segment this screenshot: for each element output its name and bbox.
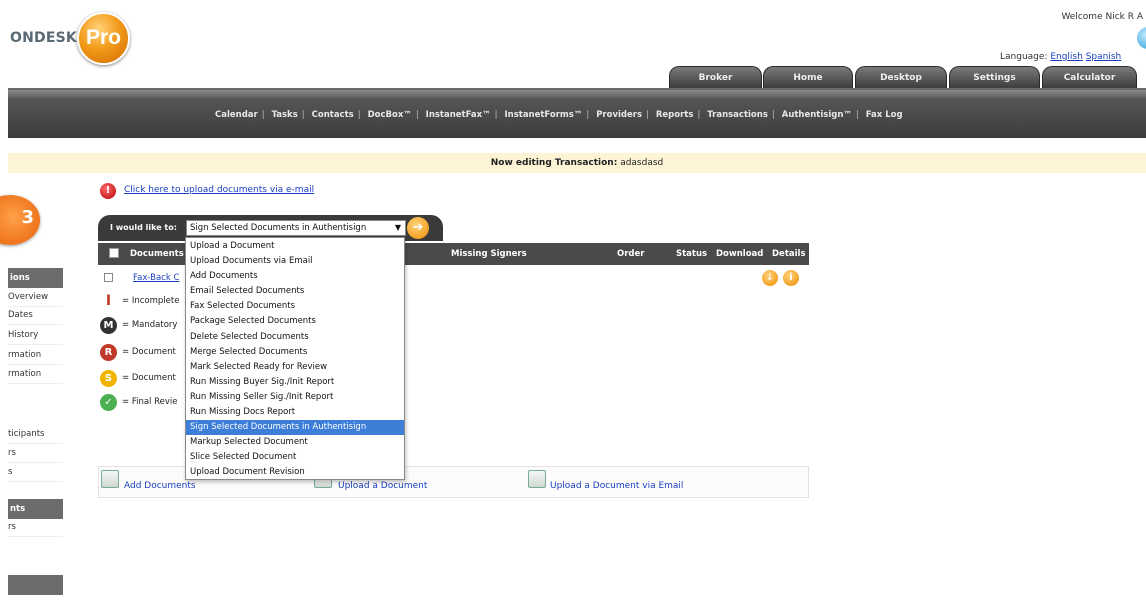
sidebar-header-documents: nts (8, 499, 63, 519)
sidebar-item-rs-2[interactable]: rs (8, 519, 63, 537)
dropdown-option[interactable]: Run Missing Docs Report (186, 405, 404, 420)
dropdown-option[interactable]: Upload a Document (186, 239, 404, 254)
action-select[interactable]: Sign Selected Documents in Authentisign … (186, 220, 406, 236)
sidebar-item-history[interactable]: History (8, 327, 63, 345)
sidebar-item-rs[interactable]: rs (8, 445, 63, 463)
col-status[interactable]: Status (676, 249, 707, 259)
info-icon[interactable]: i (783, 270, 799, 286)
upload-document-link[interactable]: Upload a Document (338, 481, 427, 491)
tab-broker[interactable]: Broker (669, 66, 762, 88)
select-all-checkbox[interactable] (109, 248, 119, 258)
nav-instanetfax[interactable]: InstanetFax™ (426, 110, 491, 120)
col-download: Download (716, 249, 764, 259)
tab-desktop[interactable]: Desktop (855, 66, 947, 88)
dropdown-option[interactable]: Merge Selected Documents (186, 345, 404, 360)
dropdown-option[interactable]: Fax Selected Documents (186, 299, 404, 314)
tab-settings[interactable]: Settings (949, 66, 1040, 88)
nav-fax-log[interactable]: Fax Log (866, 110, 903, 120)
dropdown-option[interactable]: Upload Document Revision (186, 465, 404, 480)
editing-transaction-name: adasdasd (620, 158, 664, 168)
nav-instanetforms[interactable]: InstanetForms™ (504, 110, 582, 120)
dropdown-option[interactable]: Add Documents (186, 269, 404, 284)
nav-tasks[interactable]: Tasks (272, 110, 298, 120)
sidebar-item-participants[interactable]: ticipants (8, 426, 63, 444)
dropdown-option[interactable]: Delete Selected Documents (186, 330, 404, 345)
legend-document-review: = Document (122, 347, 176, 357)
row-checkbox[interactable] (104, 273, 113, 282)
tab-calculator[interactable]: Calculator (1042, 66, 1137, 88)
legend-incomplete: = Incomplete (122, 296, 180, 306)
sidebar-item-s[interactable]: s (8, 464, 63, 482)
download-icon[interactable]: ↓ (762, 270, 778, 286)
legend-document-signed: = Document (122, 373, 176, 383)
document-link[interactable]: Fax-Back C (133, 273, 179, 283)
sidebar-item-overview[interactable]: Overview (8, 289, 63, 307)
nav-providers[interactable]: Providers (596, 110, 642, 120)
col-documents[interactable]: Documents (130, 249, 184, 259)
nav-reports[interactable]: Reports (656, 110, 694, 120)
main-nav-links: Calendar | Tasks | Contacts | DocBox™ | Inst… (215, 110, 903, 120)
upload-via-email-icon[interactable] (528, 470, 546, 488)
logo-text: ONDESK (10, 30, 77, 46)
globe-icon[interactable] (1137, 27, 1146, 49)
upload-document-via-email-link[interactable]: Upload a Document via Email (550, 481, 683, 491)
transaction-steps-icon: 3 (0, 195, 40, 245)
language-spanish-link[interactable]: Spanish (1086, 52, 1122, 62)
welcome-message: Welcome Nick R A (1061, 12, 1143, 22)
incomplete-icon: I (105, 293, 112, 309)
dropdown-option[interactable]: Upload Documents via Email (186, 254, 404, 269)
dropdown-option[interactable]: Sign Selected Documents in Authentisign (186, 420, 404, 436)
dropdown-option[interactable]: Mark Selected Ready for Review (186, 360, 404, 375)
nav-docbox[interactable]: DocBox™ (368, 110, 412, 120)
legend-final-review: = Final Revie (122, 397, 178, 407)
language-selector: Language: English Spanish (1000, 52, 1121, 62)
action-label: I would like to: (110, 223, 177, 232)
language-label: Language: (1000, 52, 1048, 62)
nav-contacts[interactable]: Contacts (312, 110, 354, 120)
sidebar-item-information-2[interactable]: rmation (8, 366, 63, 384)
add-documents-link[interactable]: Add Documents (124, 481, 196, 491)
review-icon: R (100, 344, 117, 361)
dropdown-option[interactable]: Markup Selected Document (186, 435, 404, 450)
nav-transactions[interactable]: Transactions (707, 110, 768, 120)
dropdown-option[interactable]: Run Missing Buyer Sig./Init Report (186, 375, 404, 390)
logo-pro-badge: Pro (77, 12, 130, 65)
sidebar-header-actions: ions (8, 268, 63, 288)
language-english-link[interactable]: English (1050, 52, 1083, 62)
nav-authentisign[interactable]: Authentisign™ (782, 110, 852, 120)
action-dropdown-list: Upload a Document Upload Documents via Em… (185, 237, 405, 480)
editing-label: Now editing Transaction: (490, 158, 618, 168)
checkmark-icon: ✓ (100, 394, 117, 411)
chevron-down-icon: ▼ (394, 223, 401, 232)
upload-via-email-link[interactable]: Click here to upload documents via e-mai… (124, 185, 314, 195)
add-documents-icon[interactable] (101, 470, 119, 488)
dropdown-option[interactable]: Email Selected Documents (186, 284, 404, 299)
editing-banner: Now editing Transaction: adasdasd (8, 153, 1146, 173)
alert-icon: ! (100, 183, 116, 199)
nav-calendar[interactable]: Calendar (215, 110, 258, 120)
legend-mandatory: = Mandatory (122, 320, 178, 330)
dropdown-option[interactable]: Slice Selected Document (186, 450, 404, 465)
sidebar-item-information-1[interactable]: rmation (8, 347, 63, 365)
action-select-value: Sign Selected Documents in Authentisign (190, 223, 367, 233)
col-order[interactable]: Order (617, 249, 644, 259)
signed-icon: S (100, 370, 117, 387)
col-missing-signers[interactable]: Missing Signers (451, 249, 527, 259)
col-details: Details (772, 249, 806, 259)
mandatory-icon: M (100, 317, 117, 334)
dropdown-option[interactable]: Run Missing Seller Sig./Init Report (186, 390, 404, 405)
sidebar-header-other (8, 575, 63, 595)
sidebar-item-dates[interactable]: Dates (8, 307, 63, 325)
tab-home[interactable]: Home (763, 66, 853, 88)
go-arrow-button[interactable]: ➔ (407, 217, 429, 239)
dropdown-option[interactable]: Package Selected Documents (186, 314, 404, 329)
